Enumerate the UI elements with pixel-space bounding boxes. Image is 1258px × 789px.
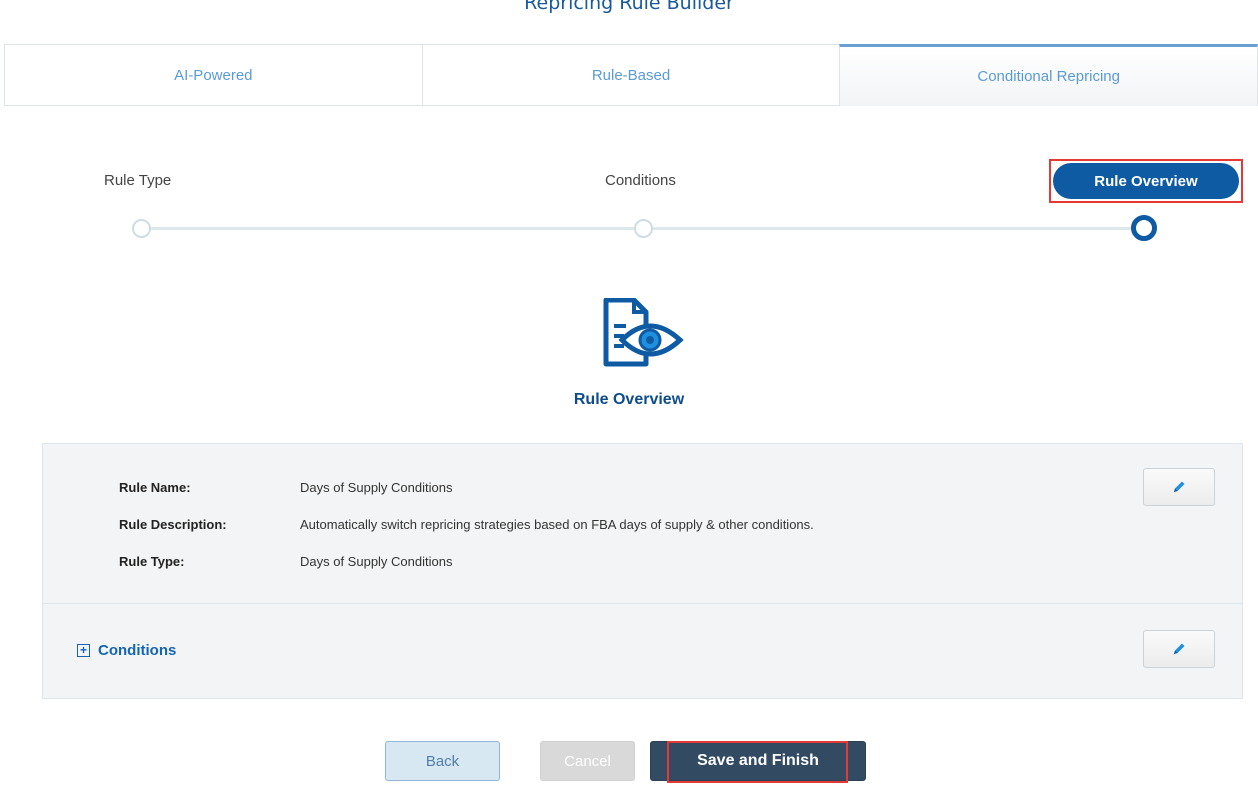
rule-name-value: Days of Supply Conditions <box>300 480 453 495</box>
page-title: Repricing Rule Builder <box>524 0 734 14</box>
tab-rule-based[interactable]: Rule-Based <box>421 44 840 106</box>
edit-details-button[interactable] <box>1143 468 1215 506</box>
rule-description-label: Rule Description: <box>119 517 227 532</box>
rule-type-label: Rule Type: <box>119 554 185 569</box>
step-dot-rule-type[interactable] <box>132 219 151 238</box>
step-label-rule-type[interactable]: Rule Type <box>104 172 171 189</box>
save-and-finish-button[interactable]: Save and Finish <box>650 741 866 781</box>
step-dot-rule-overview[interactable] <box>1131 215 1157 241</box>
stepper-track <box>150 227 634 230</box>
document-eye-icon <box>603 298 684 367</box>
rule-description-value: Automatically switch repricing strategie… <box>300 517 814 532</box>
back-button[interactable]: Back <box>385 741 500 781</box>
rule-details-panel: Rule Name: Days of Supply Conditions Rul… <box>42 443 1243 699</box>
rule-name-label: Rule Name: <box>119 480 191 495</box>
overview-title: Rule Overview <box>573 391 685 408</box>
stepper-track <box>652 227 1133 230</box>
pencil-icon <box>1174 643 1185 654</box>
panel-divider <box>43 603 1242 604</box>
expand-plus-icon[interactable]: + <box>77 644 90 657</box>
step-rule-overview-button[interactable]: Rule Overview <box>1053 163 1239 199</box>
pencil-icon <box>1174 481 1185 492</box>
rule-type-tabs: AI-Powered Rule-Based Conditional Repric… <box>4 44 1258 106</box>
conditions-label[interactable]: Conditions <box>98 642 176 659</box>
step-label-conditions[interactable]: Conditions <box>605 172 676 189</box>
edit-conditions-button[interactable] <box>1143 630 1215 668</box>
rule-type-value: Days of Supply Conditions <box>300 554 453 569</box>
cancel-button[interactable]: Cancel <box>540 741 635 781</box>
tab-ai-powered[interactable]: AI-Powered <box>4 44 422 106</box>
tab-conditional-repricing[interactable]: Conditional Repricing <box>839 44 1258 106</box>
step-dot-conditions[interactable] <box>634 219 653 238</box>
conditions-toggle[interactable]: + Conditions <box>77 642 176 659</box>
